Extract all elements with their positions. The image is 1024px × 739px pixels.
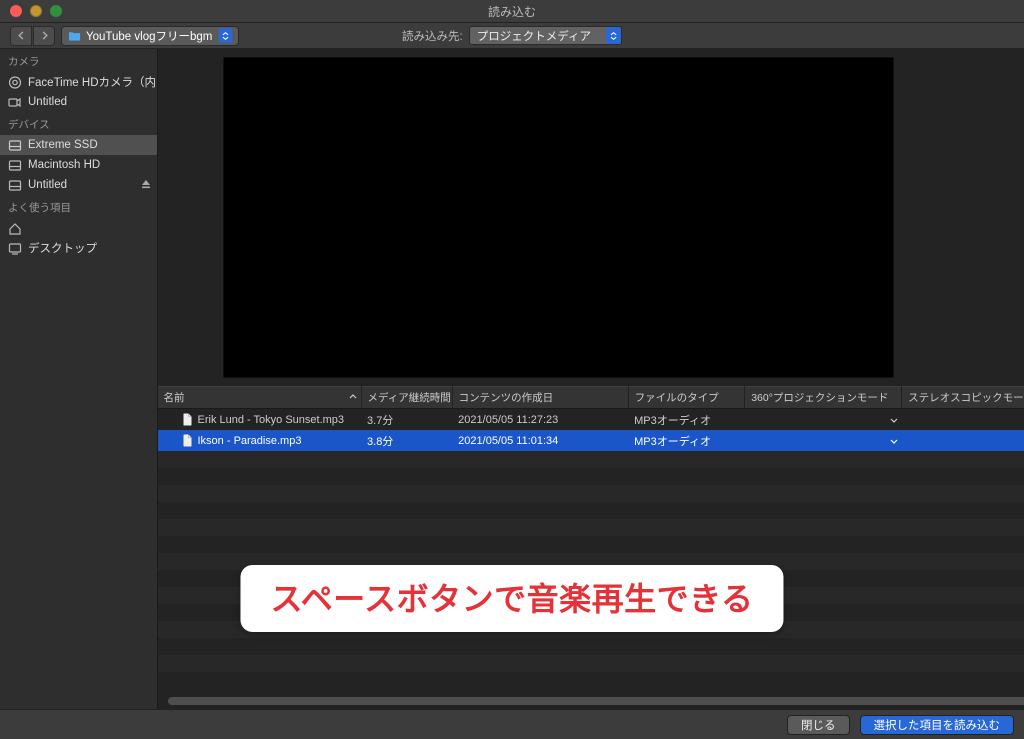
chevron-left-icon: [17, 31, 26, 40]
sidebar-item-label: FaceTime HDカメラ（内…: [28, 74, 157, 90]
window-title: 読み込む: [488, 3, 536, 20]
sidebar-item-label: Untitled: [28, 96, 67, 108]
table-row-empty: [158, 485, 1024, 502]
sidebar-item-label: Untitled: [28, 179, 67, 191]
cell-created: 2021/05/05 11:01:34: [452, 430, 628, 451]
file-name: Erik Lund - Tokyo Sunset.mp3: [198, 414, 345, 426]
sidebar-header-cameras: カメラ: [0, 49, 157, 72]
desktop-icon: [8, 242, 22, 255]
forward-button[interactable]: [33, 26, 55, 46]
file-cell: Ikson - Paradise.mp3: [164, 434, 356, 447]
folder-breadcrumb[interactable]: YouTube vlogフリーbgm: [61, 26, 239, 46]
select-arrows-icon: [606, 27, 621, 44]
col-created[interactable]: コンテンツの作成日: [452, 387, 628, 409]
annotation-callout: スペースボタンで音楽再生できる: [240, 565, 783, 632]
table-row-empty: [158, 502, 1024, 519]
sidebar-item-desktop[interactable]: デスクトップ: [0, 238, 157, 258]
disk-icon: [8, 179, 22, 192]
sidebar-item-facetime[interactable]: FaceTime HDカメラ（内…: [0, 72, 157, 92]
import-selected-button[interactable]: 選択した項目を読み込む: [860, 715, 1015, 735]
sidebar: カメラ FaceTime HDカメラ（内… Untitled デバイス Extr…: [0, 49, 158, 709]
nav-buttons: [10, 26, 55, 46]
file-name: Ikson - Paradise.mp3: [198, 435, 302, 447]
cell-created: 2021/05/05 11:27:23: [452, 409, 628, 431]
close-window-button[interactable]: [10, 5, 22, 17]
cell-duration: 3.7分: [361, 409, 452, 431]
col-duration[interactable]: メディア継続時間: [361, 387, 452, 409]
table-row-empty: [158, 519, 1024, 536]
table-row-empty: [158, 672, 1024, 689]
sidebar-item-untitled-dev[interactable]: Untitled: [0, 175, 157, 195]
col-stereo[interactable]: ステレオスコピックモード: [902, 387, 1024, 409]
zoom-window-button[interactable]: [50, 5, 62, 17]
minimize-window-button[interactable]: [30, 5, 42, 17]
scroll-thumb[interactable]: [168, 697, 1024, 705]
cell-type: MP3オーディオ: [628, 430, 745, 451]
cell-proj360[interactable]: [745, 409, 902, 431]
back-button[interactable]: [10, 26, 32, 46]
table-row-empty: [158, 536, 1024, 553]
table-row[interactable]: Ikson - Paradise.mp3 3.8分2021/05/05 11:01…: [158, 430, 1024, 451]
camera-icon: [8, 76, 22, 89]
sidebar-item-macintosh-hd[interactable]: Macintosh HD: [0, 155, 157, 175]
cell-type: MP3オーディオ: [628, 409, 745, 431]
cell-stereo[interactable]: [902, 430, 1024, 451]
sidebar-item-label: デスクトップ: [28, 240, 97, 256]
window-traffic-lights: [10, 5, 62, 17]
cell-duration: 3.8分: [361, 430, 452, 451]
file-table: 名前 メディア継続時間 コンテンツの作成日 ファイルのタイプ 360°プロジェク…: [158, 386, 1024, 689]
sort-indicator-icon: [349, 391, 357, 403]
table-row-empty: [158, 655, 1024, 672]
file-cell: Erik Lund - Tokyo Sunset.mp3: [164, 413, 356, 426]
table-row-empty: [158, 451, 1024, 468]
cell-stereo[interactable]: [902, 409, 1024, 431]
folder-icon: [68, 30, 81, 41]
horizontal-scrollbar[interactable]: [168, 697, 1015, 705]
sidebar-header-devices: デバイス: [0, 112, 157, 135]
close-button[interactable]: 閉じる: [787, 715, 850, 735]
disk-icon: [8, 159, 22, 172]
import-target-label: 読み込み先:: [402, 28, 463, 44]
sidebar-header-favorites: よく使う項目: [0, 195, 157, 218]
sidebar-item-extreme-ssd[interactable]: Extreme SSD: [0, 135, 157, 155]
chevron-down-icon: [890, 414, 898, 426]
import-target-value: プロジェクトメディア: [477, 28, 591, 44]
col-proj360[interactable]: 360°プロジェクションモード: [745, 387, 902, 409]
col-name[interactable]: 名前: [158, 387, 362, 409]
table-row-empty: [158, 468, 1024, 485]
chevron-right-icon: [40, 31, 49, 40]
sidebar-item-label: Macintosh HD: [28, 159, 100, 171]
file-browser: 名前 メディア継続時間 コンテンツの作成日 ファイルのタイプ 360°プロジェク…: [158, 386, 1024, 709]
sidebar-item-label: Extreme SSD: [28, 139, 98, 151]
eject-icon[interactable]: [141, 179, 151, 192]
import-target-controls: 読み込み先: プロジェクトメディア: [402, 26, 622, 45]
table-row-empty: [158, 638, 1024, 655]
cell-proj360[interactable]: [745, 430, 902, 451]
sidebar-item-home[interactable]: [0, 218, 157, 238]
table-row[interactable]: Erik Lund - Tokyo Sunset.mp3 3.7分2021/05/…: [158, 409, 1024, 431]
footer: 閉じる 選択した項目を読み込む: [0, 709, 1024, 739]
disk-icon: [8, 139, 22, 152]
chevron-down-icon: [890, 435, 898, 447]
col-type[interactable]: ファイルのタイプ: [628, 387, 745, 409]
preview-pane: [223, 57, 894, 378]
toolbar: YouTube vlogフリーbgm 読み込み先: プロジェクトメディア: [0, 23, 1024, 49]
breadcrumb-dropdown-icon: [219, 28, 232, 43]
camcorder-icon: [8, 96, 22, 109]
home-icon: [8, 222, 22, 235]
breadcrumb-label: YouTube vlogフリーbgm: [86, 28, 212, 44]
titlebar: 読み込む: [0, 0, 1024, 23]
import-target-select[interactable]: プロジェクトメディア: [469, 26, 622, 45]
sidebar-item-untitled-cam[interactable]: Untitled: [0, 92, 157, 112]
